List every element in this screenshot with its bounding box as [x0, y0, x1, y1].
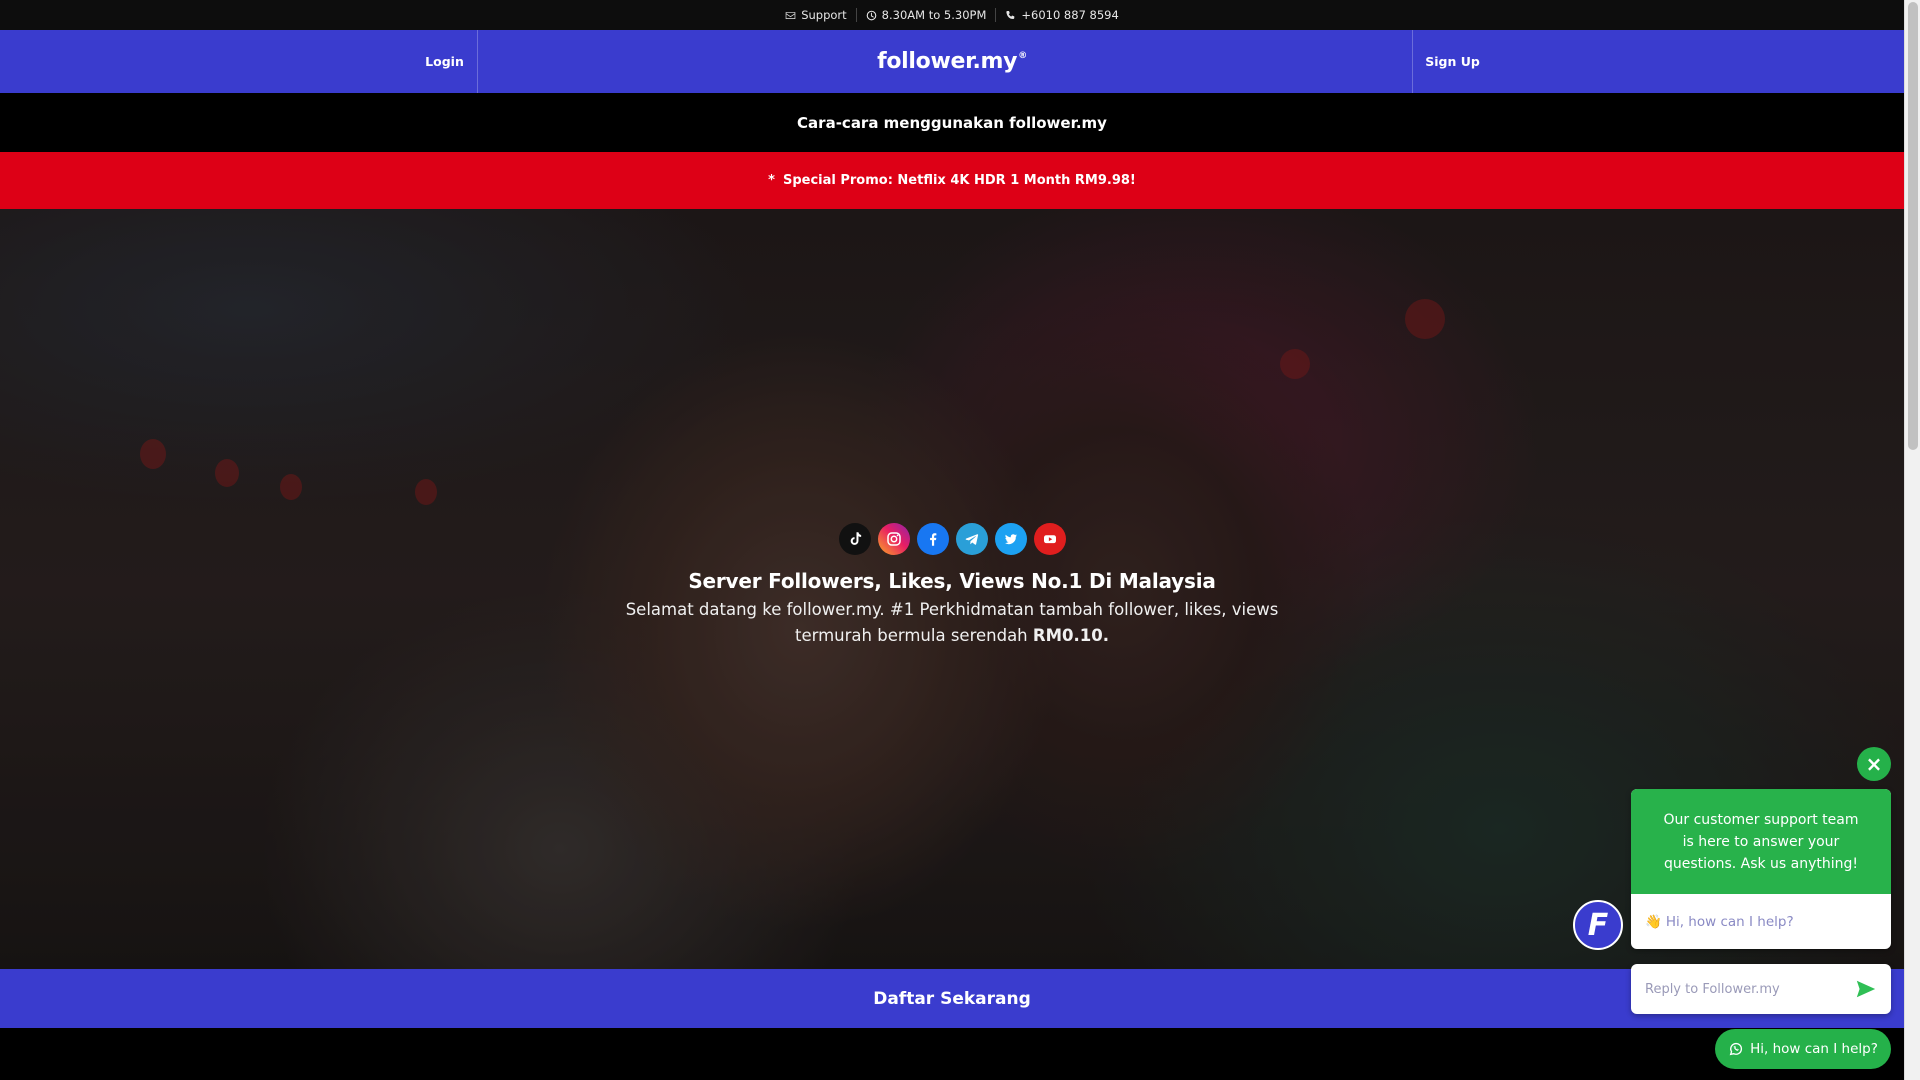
- hero-section: Server Followers, Likes, Views No.1 Di M…: [0, 209, 1904, 970]
- chat-reply-box: [1631, 964, 1891, 1014]
- hero-price: RM0.10.: [1032, 626, 1109, 645]
- chat-popup: Our customer support team is here to ans…: [1631, 789, 1891, 949]
- telegram-icon[interactable]: [955, 523, 988, 555]
- chat-close-button[interactable]: ×: [1857, 747, 1891, 781]
- site-logo[interactable]: follower.my ®: [0, 30, 1904, 93]
- promo-asterisk-icon: *: [768, 173, 775, 188]
- phone-label: +6010 887 8594: [1021, 8, 1119, 22]
- promo-text: Special Promo: Netflix 4K HDR 1 Month RM…: [782, 173, 1136, 188]
- registered-mark: ®: [1018, 50, 1027, 61]
- hero-title: Server Followers, Likes, Views No.1 Di M…: [688, 569, 1216, 593]
- chat-reply-input[interactable]: [1645, 981, 1835, 997]
- chat-agent-avatar[interactable]: F: [1573, 900, 1623, 950]
- waving-hand-icon: 👋: [1645, 913, 1662, 930]
- tiktok-icon[interactable]: [838, 523, 871, 555]
- hours-label: 8.30AM to 5.30PM: [881, 8, 987, 22]
- register-now-button[interactable]: Daftar Sekarang: [0, 969, 1904, 1028]
- send-icon[interactable]: [1855, 978, 1877, 1000]
- support-link[interactable]: Support: [776, 8, 857, 22]
- mail-icon: [785, 11, 796, 19]
- twitter-icon[interactable]: [994, 523, 1027, 555]
- whatsapp-icon: [1729, 1042, 1743, 1056]
- top-info-bar: Support 8.30AM to 5.30PM +6010 887 8594: [0, 0, 1904, 30]
- whatsapp-label: Hi, how can I help?: [1750, 1041, 1878, 1057]
- page-scrollbar[interactable]: [1904, 0, 1920, 1080]
- youtube-icon[interactable]: [1033, 523, 1066, 555]
- how-to-link[interactable]: Cara-cara menggunakan follower.my: [0, 93, 1904, 152]
- whatsapp-chat-button[interactable]: Hi, how can I help?: [1715, 1029, 1891, 1069]
- facebook-icon[interactable]: [916, 523, 949, 555]
- hero-subtitle: Selamat datang ke follower.my. #1 Perkhi…: [622, 597, 1282, 649]
- chat-greeting-text: Hi, how can I help?: [1665, 913, 1794, 930]
- chat-support-message: Our customer support team is here to ans…: [1631, 789, 1891, 894]
- phone-icon: [1006, 10, 1015, 19]
- page: Support 8.30AM to 5.30PM +6010 887 8594 …: [0, 0, 1904, 1080]
- scrollbar-thumb[interactable]: [1908, 2, 1918, 450]
- business-hours: 8.30AM to 5.30PM: [857, 8, 997, 22]
- instagram-icon[interactable]: [877, 523, 910, 555]
- logo-text: follower.my: [877, 49, 1018, 74]
- signup-link[interactable]: Sign Up: [1412, 30, 1492, 93]
- main-nav: follower.my ® Login Sign Up: [0, 30, 1904, 93]
- hero-content: Server Followers, Likes, Views No.1 Di M…: [0, 523, 1904, 649]
- support-label: Support: [801, 8, 847, 22]
- promo-banner[interactable]: * Special Promo: Netflix 4K HDR 1 Month …: [0, 152, 1904, 209]
- social-icons: [0, 523, 1904, 555]
- clock-icon: [866, 10, 876, 20]
- phone-link[interactable]: +6010 887 8594: [996, 8, 1127, 22]
- login-link[interactable]: Login: [412, 30, 478, 93]
- hero-subtitle-text: Selamat datang ke follower.my. #1 Perkhi…: [625, 600, 1279, 645]
- chat-greeting[interactable]: 👋 Hi, how can I help?: [1631, 894, 1891, 949]
